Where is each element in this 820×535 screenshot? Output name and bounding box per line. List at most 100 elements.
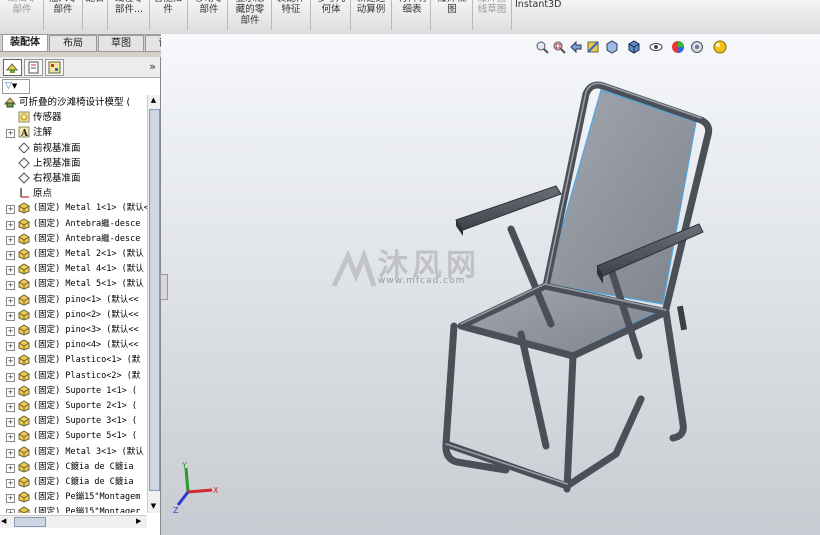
part-icon xyxy=(18,385,30,397)
expand-toggle-icon[interactable]: + xyxy=(6,403,15,412)
tree-item[interactable]: + (固定) Antebra繼-desce xyxy=(0,217,147,232)
ribbon-button-10[interactable]: 材料明细表 xyxy=(395,0,429,15)
tab-2[interactable]: 草图 xyxy=(98,35,144,51)
assembly-icon xyxy=(3,96,17,108)
tree-item-label: (固定) pino<3> (默认<< xyxy=(33,325,139,335)
tree-item[interactable]: + (固定) Suporte 2<1> ( xyxy=(0,399,147,414)
expand-toggle-icon[interactable]: + xyxy=(6,433,15,443)
expand-toggle-icon[interactable]: + xyxy=(6,327,15,336)
ribbon-button-1[interactable]: 插入零部件 xyxy=(45,0,81,15)
ribbon-button-8[interactable]: 参考几何体 xyxy=(313,0,349,15)
plane-icon xyxy=(18,141,30,154)
hscroll-thumb[interactable] xyxy=(14,517,46,527)
expand-toggle-icon[interactable]: + xyxy=(6,220,15,230)
ribbon-button-11[interactable]: 爆炸视图 xyxy=(433,0,471,15)
ribbon-button-5[interactable]: 移动零部件 xyxy=(192,0,226,15)
expand-toggle-icon[interactable]: + xyxy=(6,251,15,260)
scroll-down-icon[interactable]: ▼ xyxy=(149,502,158,512)
tree-item[interactable]: + (固定) Metal 5<1> (默认 xyxy=(0,277,147,292)
panel-collapse-button[interactable]: » xyxy=(149,60,156,73)
expand-toggle-icon[interactable]: + xyxy=(6,311,15,321)
expand-toggle-icon[interactable]: + xyxy=(6,479,15,488)
watermark-url: www.mfcad.com xyxy=(378,276,466,286)
ribbon-button-2[interactable]: 配合 xyxy=(84,0,106,4)
ribbon-button-7[interactable]: 装配体特征 xyxy=(273,0,309,15)
ribbon-separator xyxy=(271,0,272,30)
tree-item[interactable]: + (固定) Metal 3<1> (默认 xyxy=(0,445,147,460)
ribbon-button-9[interactable]: 新建运动算例 xyxy=(352,0,390,15)
tree-item[interactable]: + (固定) Plastico<1> (默 xyxy=(0,353,147,368)
expand-toggle-icon[interactable]: + xyxy=(6,266,15,276)
ribbon-button-13[interactable]: Instant3D xyxy=(515,0,563,10)
expand-toggle-icon[interactable]: + xyxy=(6,296,15,306)
tree-item[interactable]: 上视基准面 xyxy=(0,156,147,171)
ribbon-separator xyxy=(430,0,431,30)
property-manager-tab[interactable] xyxy=(24,59,43,76)
tree-item[interactable]: + (固定) Antebra繼-desce xyxy=(0,232,147,247)
tree-item-label: (固定) pino<2> (默认<< xyxy=(33,309,139,320)
scroll-right-icon[interactable]: ▶ xyxy=(136,517,146,526)
ribbon-button-3[interactable]: 线性零部件... xyxy=(110,0,148,15)
tree-item-label: 可折叠的沙滩椅设计模型 ( xyxy=(19,97,131,108)
configuration-manager-tab[interactable] xyxy=(45,59,64,76)
part-icon xyxy=(18,263,30,275)
ribbon-separator xyxy=(43,0,44,30)
scroll-left-icon[interactable]: ◀ xyxy=(1,517,11,526)
tree-item[interactable]: + (固定) Suporte 3<1> ( xyxy=(0,414,147,429)
tree-item[interactable]: 原点 xyxy=(0,186,147,201)
tab-1[interactable]: 布局 xyxy=(49,35,97,51)
tree-item[interactable]: + (固定) pino<4> (默认<< xyxy=(0,338,147,353)
part-icon xyxy=(18,294,30,306)
ribbon-separator xyxy=(187,0,188,30)
expand-toggle-icon[interactable]: + xyxy=(6,129,15,139)
part-icon xyxy=(18,202,30,214)
ribbon-button-0[interactable]: 编辑零部件 xyxy=(2,0,42,15)
tree-vertical-scrollbar[interactable]: ▲ ▼ xyxy=(147,95,160,513)
coordinate-triad: Y X Z xyxy=(172,460,222,518)
tree-item[interactable]: + (固定) Suporte 1<1> ( xyxy=(0,384,147,399)
scroll-up-icon[interactable]: ▲ xyxy=(149,96,158,106)
tree-item[interactable]: + (固定) Metal 4<1> (默认 xyxy=(0,262,147,277)
expand-toggle-icon[interactable]: + xyxy=(6,463,15,473)
tree-item[interactable]: + A 注解 xyxy=(0,125,147,140)
expand-toggle-icon[interactable]: + xyxy=(6,205,15,215)
expand-toggle-icon[interactable]: + xyxy=(6,281,15,291)
tree-item-label: (固定) C鍍ia de C鍍ia xyxy=(33,461,134,472)
expand-toggle-icon[interactable]: + xyxy=(6,387,15,397)
expand-toggle-icon[interactable]: + xyxy=(6,342,15,352)
ribbon-button-6[interactable]: 显示隐藏的零部件 xyxy=(230,0,270,26)
tree-horizontal-scrollbar[interactable]: ◀ ▶ xyxy=(0,515,147,528)
tree-item[interactable]: + (固定) Pe鏰15"Montager xyxy=(0,505,147,513)
tree-item[interactable]: + (固定) pino<1> (默认<< xyxy=(0,293,147,308)
tree-item[interactable]: 右视基准面 xyxy=(0,171,147,186)
tree-item[interactable]: + (固定) Metal 2<1> (默认 xyxy=(0,247,147,262)
tree-item[interactable]: + (固定) Suporte 5<1> ( xyxy=(0,429,147,444)
tree-item[interactable]: + (固定) pino<2> (默认<< xyxy=(0,308,147,323)
tree-item[interactable]: 前视基准面 xyxy=(0,141,147,156)
expand-toggle-icon[interactable]: + xyxy=(6,357,15,367)
tree-item[interactable]: + (固定) C鍍ia de C鍍ia xyxy=(0,460,147,475)
tree-item[interactable]: 可折叠的沙滩椅设计模型 ( xyxy=(0,95,147,110)
feature-tree-tab[interactable] xyxy=(3,59,22,76)
tree-item[interactable]: + (固定) Pe鏰15"Montagem xyxy=(0,490,147,505)
tree-item[interactable]: + (固定) Metal 1<1> (默认< xyxy=(0,201,147,216)
tree-item[interactable]: + (固定) C鍍ia de C鍍ia xyxy=(0,475,147,490)
triad-y-label: Y xyxy=(181,461,187,470)
expand-toggle-icon[interactable]: + xyxy=(6,372,15,382)
expand-toggle-icon[interactable]: + xyxy=(6,418,15,428)
ribbon-button-4[interactable]: 智能扣件 xyxy=(150,0,186,15)
tree-item[interactable]: + (固定) pino<3> (默认<< xyxy=(0,323,147,338)
panel-splitter[interactable] xyxy=(160,274,168,300)
scroll-thumb[interactable] xyxy=(149,109,160,491)
ribbon-separator xyxy=(310,0,311,30)
ribbon-button-12[interactable]: 爆炸直线草图 xyxy=(474,0,510,15)
expand-toggle-icon[interactable]: + xyxy=(6,448,15,458)
tab-0[interactable]: 装配体 xyxy=(2,34,48,52)
tree-filter-dropdown[interactable]: ▽▼ xyxy=(2,79,30,94)
expand-toggle-icon[interactable]: + xyxy=(6,235,15,245)
tree-item[interactable]: + (固定) Plastico<2> (默 xyxy=(0,369,147,384)
part-icon xyxy=(18,324,30,336)
expand-toggle-icon[interactable]: + xyxy=(6,509,15,513)
tree-item[interactable]: 传感器 xyxy=(0,110,147,125)
expand-toggle-icon[interactable]: + xyxy=(6,494,15,504)
